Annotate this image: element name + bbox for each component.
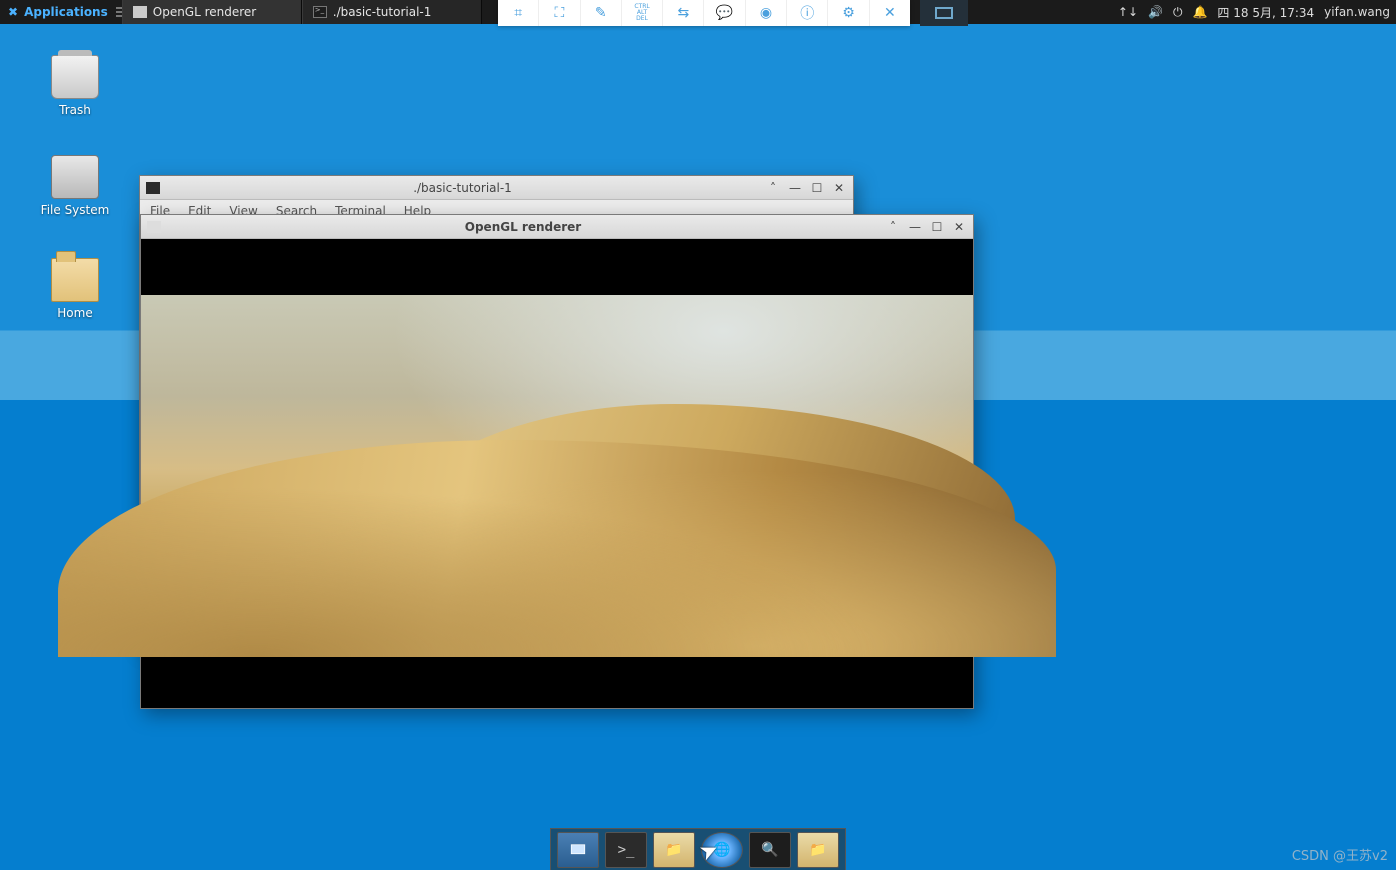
desktop-icon-label: Trash	[30, 103, 120, 117]
magnifier-icon: 🔍	[761, 842, 778, 858]
vnc-clipboard-icon[interactable]: ⇆	[663, 0, 704, 26]
folder-icon: 📁	[665, 842, 682, 858]
opengl-window[interactable]: OpenGL renderer ˄ — ☐ ✕	[140, 214, 974, 709]
vnc-ctrl-alt-del-icon[interactable]: CTRLALTDEL	[622, 0, 663, 26]
taskbar-item-label: ./basic-tutorial-1	[333, 5, 432, 19]
vnc-drag-icon[interactable]: ⌗	[498, 0, 539, 26]
vnc-settings-icon[interactable]: ⚙	[828, 0, 869, 26]
vnc-chat-icon[interactable]: 💬	[704, 0, 745, 26]
terminal-title: ./basic-tutorial-1	[166, 181, 759, 195]
panel-right: ↑↓ 🔊 ⏻ 🔔 四 18 5月, 17:34 yifan.wang	[1118, 0, 1396, 24]
terminal-titlebar[interactable]: ./basic-tutorial-1 ˄ — ☐ ✕	[140, 176, 853, 200]
desktop-icon	[569, 841, 587, 859]
vnc-close-icon[interactable]: ✕	[870, 0, 910, 26]
xfce-logo-icon: ✖	[8, 5, 18, 19]
desktop-icon-filesystem[interactable]: File System	[30, 155, 120, 217]
opengl-titlebar[interactable]: OpenGL renderer ˄ — ☐ ✕	[141, 215, 973, 239]
panel-left: ✖ Applications OpenGL renderer ./basic-t…	[0, 0, 482, 24]
desktop-icon-home[interactable]: Home	[30, 258, 120, 320]
terminal-close-button[interactable]: ✕	[831, 180, 847, 196]
folder-icon: 📁	[809, 842, 826, 858]
opengl-title: OpenGL renderer	[167, 220, 879, 234]
drive-icon	[51, 155, 99, 199]
globe-icon: 🌐	[713, 842, 730, 858]
video-frame	[141, 295, 973, 657]
vnc-fullscreen-icon[interactable]: ⛶	[539, 0, 580, 26]
applications-label: Applications	[24, 5, 108, 19]
applications-menu[interactable]: ✖ Applications	[0, 0, 116, 24]
power-icon[interactable]: ⏻	[1173, 5, 1183, 20]
window-icon	[133, 6, 147, 18]
taskbar-item-terminal[interactable]: ./basic-tutorial-1	[302, 0, 482, 24]
opengl-close-button[interactable]: ✕	[951, 219, 967, 235]
dock: >_ 📁 🌐 🔍 📁	[550, 828, 846, 870]
notification-icon[interactable]: 🔔	[1192, 5, 1207, 19]
desktop-icon-trash[interactable]: Trash	[30, 55, 120, 117]
dock-terminal[interactable]: >_	[605, 832, 647, 868]
opengl-video-area	[141, 239, 973, 708]
desktop-icon-label: File System	[30, 203, 120, 217]
terminal-minimize-button[interactable]: —	[787, 180, 803, 196]
desktop-icon-label: Home	[30, 306, 120, 320]
vnc-info-icon[interactable]: ⓘ	[787, 0, 828, 26]
trash-icon	[51, 55, 99, 99]
terminal-window-icon	[146, 182, 160, 194]
clock[interactable]: 四 18 5月, 17:34	[1217, 4, 1314, 21]
opengl-maximize-button[interactable]: ☐	[929, 219, 945, 235]
vnc-record-icon[interactable]: ◉	[746, 0, 787, 26]
terminal-icon	[313, 6, 327, 18]
volume-icon[interactable]: 🔊	[1148, 5, 1163, 19]
dock-file-manager[interactable]: 📁	[653, 832, 695, 868]
dock-show-desktop[interactable]	[557, 832, 599, 868]
vnc-toolbar: ⌗ ⛶ ✎ CTRLALTDEL ⇆ 💬 ◉ ⓘ ⚙ ✕	[498, 0, 910, 26]
dock-search[interactable]: 🔍	[749, 832, 791, 868]
opengl-rollup-button[interactable]: ˄	[885, 219, 901, 235]
watermark: CSDN @王苏v2	[1292, 845, 1388, 864]
user-menu[interactable]: yifan.wang	[1324, 5, 1390, 19]
opengl-minimize-button[interactable]: —	[907, 219, 923, 235]
terminal-maximize-button[interactable]: ☐	[809, 180, 825, 196]
opengl-window-icon	[147, 221, 161, 233]
network-icon[interactable]: ↑↓	[1118, 5, 1138, 19]
vnc-display-toggle[interactable]	[920, 0, 968, 26]
taskbar-item-label: OpenGL renderer	[153, 5, 257, 19]
terminal-rollup-button[interactable]: ˄	[765, 180, 781, 196]
vnc-edit-icon[interactable]: ✎	[581, 0, 622, 26]
terminal-icon: >_	[618, 842, 635, 858]
folder-home-icon	[51, 258, 99, 302]
dock-file-manager-2[interactable]: 📁	[797, 832, 839, 868]
dock-web-browser[interactable]: 🌐	[701, 832, 743, 868]
monitor-icon	[935, 7, 953, 19]
taskbar-item-opengl[interactable]: OpenGL renderer	[122, 0, 302, 24]
